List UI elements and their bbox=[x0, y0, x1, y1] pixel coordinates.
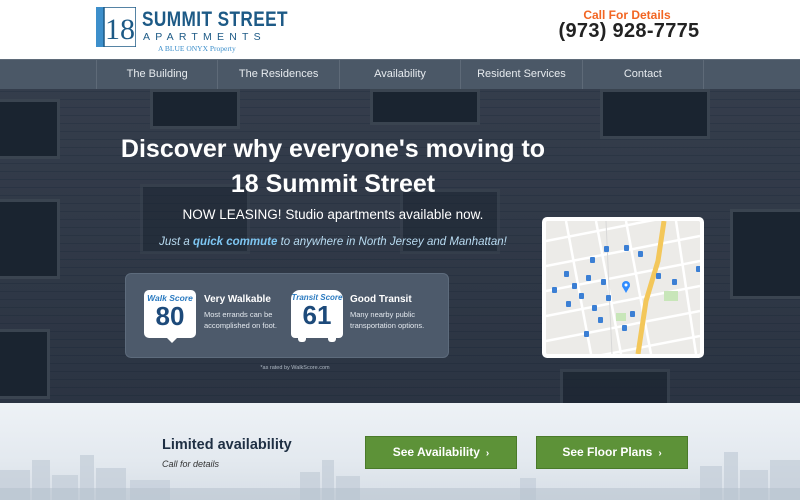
chevron-right-icon: › bbox=[658, 448, 662, 459]
hero-section: Discover why everyone's moving to 18 Sum… bbox=[0, 89, 800, 403]
map-streets-graphic bbox=[546, 221, 700, 354]
nav-item-availability[interactable]: Availability bbox=[340, 60, 462, 89]
walk-badge-pointer bbox=[166, 337, 178, 343]
commute-text-bold: quick commute bbox=[193, 236, 278, 248]
nav-item-contact[interactable]: Contact bbox=[583, 60, 705, 89]
hero-headline: Discover why everyone's moving to 18 Sum… bbox=[120, 132, 546, 202]
nav-item-resident-services[interactable]: Resident Services bbox=[461, 60, 583, 89]
background-window bbox=[370, 89, 480, 125]
transit-score-value: 61 bbox=[302, 300, 332, 330]
background-window bbox=[0, 99, 60, 159]
commute-text: Just a quick commute to anywhere in Nort… bbox=[140, 236, 526, 248]
walk-score-value: 80 bbox=[155, 301, 185, 331]
call-for-details-subtext: Call for details bbox=[162, 459, 220, 469]
see-availability-button[interactable]: See Availability › bbox=[365, 436, 517, 469]
commute-text-post: to anywhere in North Jersey and Manhatta… bbox=[277, 236, 507, 248]
nav-item-the-residences[interactable]: The Residences bbox=[218, 60, 340, 89]
site-header: 18 SUMMIT STREET APARTMENTS A BLUE ONYX … bbox=[0, 0, 800, 59]
nav-items: The Building The Residences Availability… bbox=[96, 60, 705, 89]
site-logo[interactable]: 18 SUMMIT STREET APARTMENTS A BLUE ONYX … bbox=[96, 6, 288, 54]
logo-mark-text: 18 bbox=[105, 13, 135, 46]
hero-headline-line1: Discover why everyone's moving to bbox=[120, 135, 546, 163]
bus-wheel-icon bbox=[298, 337, 306, 342]
location-map[interactable] bbox=[542, 217, 704, 358]
background-window bbox=[0, 329, 50, 399]
walkscore-attribution[interactable]: *as rated by WalkScore.com bbox=[240, 365, 350, 371]
now-leasing-text: NOW LEASING! Studio apartments available… bbox=[182, 207, 484, 222]
transit-score-title: Good Transit bbox=[350, 294, 412, 305]
commute-text-pre: Just a bbox=[159, 236, 194, 248]
see-floor-plans-button[interactable]: See Floor Plans › bbox=[536, 436, 688, 469]
hero-headline-line2: 18 Summit Street bbox=[230, 170, 436, 198]
phone-number-link[interactable]: (973) 928-7775 bbox=[556, 20, 702, 43]
transit-score-badge: Transit Score 61 bbox=[291, 290, 343, 338]
background-window bbox=[150, 89, 240, 129]
main-nav: The Building The Residences Availability… bbox=[0, 59, 800, 89]
nav-item-the-building[interactable]: The Building bbox=[97, 60, 219, 89]
limited-availability-heading: Limited availability bbox=[162, 437, 292, 453]
walkscore-card: Walk Score 80 Very Walkable Most errands… bbox=[125, 273, 449, 358]
logo-title: SUMMIT STREET bbox=[142, 8, 288, 31]
background-window bbox=[600, 89, 710, 139]
logo-mark-icon: 18 bbox=[96, 7, 136, 47]
logo-tagline: A BLUE ONYX Property bbox=[158, 44, 236, 53]
logo-subtitle: APARTMENTS bbox=[143, 31, 266, 43]
background-window bbox=[0, 199, 60, 279]
availability-cta-section: Limited availability Call for details Se… bbox=[0, 403, 800, 500]
see-availability-label: See Availability bbox=[392, 445, 480, 459]
bus-wheel-icon bbox=[328, 337, 336, 342]
walk-score-description: Most errands can be accomplished on foot… bbox=[204, 310, 277, 330]
background-window bbox=[730, 209, 800, 299]
map-canvas[interactable] bbox=[546, 221, 700, 354]
chevron-right-icon: › bbox=[485, 448, 490, 459]
walk-score-title: Very Walkable bbox=[204, 294, 271, 305]
background-window bbox=[560, 369, 670, 403]
walk-score-badge: Walk Score 80 bbox=[144, 290, 196, 338]
see-floor-plans-label: See Floor Plans bbox=[562, 445, 653, 459]
transit-score-description: Many nearby public transportation option… bbox=[350, 310, 425, 330]
